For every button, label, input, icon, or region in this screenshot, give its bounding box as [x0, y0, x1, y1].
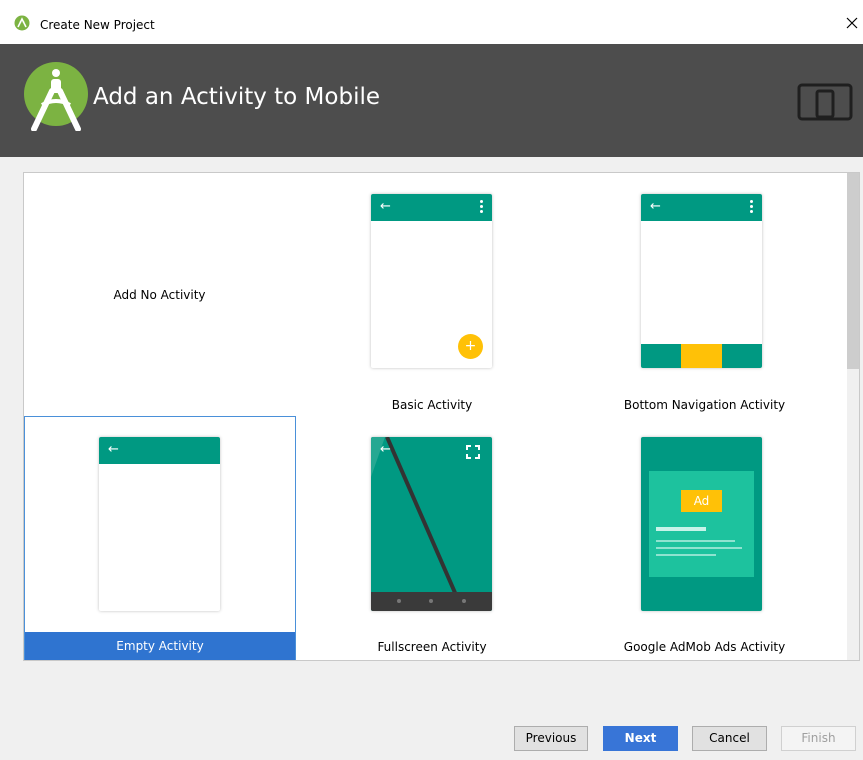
finish-button: Finish: [781, 726, 856, 751]
scrollbar-thumb[interactable]: [847, 173, 859, 369]
app-bar: ←: [641, 194, 762, 221]
next-button[interactable]: Next: [603, 726, 678, 751]
activity-label: Basic Activity: [391, 398, 473, 412]
android-studio-icon: [14, 15, 30, 31]
fab-icon: +: [458, 334, 483, 359]
gallery-scrollbar[interactable]: [847, 173, 859, 660]
ad-text-line: [656, 547, 742, 549]
ad-card: Ad: [649, 471, 754, 577]
activity-tile-basic-activity[interactable]: ← + Basic Activity: [295, 173, 569, 414]
activity-tile-google-admob-ads-activity[interactable]: Ad Google AdMob Ads Activity: [569, 416, 840, 660]
activity-label: Fullscreen Activity: [377, 640, 487, 654]
admob-activity-preview: Ad: [641, 437, 762, 611]
ad-text-line: [656, 540, 735, 542]
android-studio-logo-icon: [24, 62, 88, 131]
overflow-menu-icon: [750, 200, 753, 213]
overflow-menu-icon: [480, 200, 483, 213]
activity-label: Google AdMob Ads Activity: [623, 640, 786, 654]
basic-activity-preview: ← +: [371, 194, 492, 368]
activity-label: Empty Activity: [25, 632, 295, 660]
ad-text-line: [656, 527, 706, 531]
activity-tile-bottom-navigation-activity[interactable]: ← Bottom Navigation Activity: [569, 173, 840, 414]
bottom-nav-bar: [641, 344, 762, 368]
activity-tile-add-no-activity[interactable]: Add No Activity: [24, 173, 295, 414]
back-arrow-icon: ←: [650, 199, 661, 214]
app-bar: ←: [99, 437, 220, 464]
page-title: Add an Activity to Mobile: [93, 84, 380, 110]
activity-tile-fullscreen-activity[interactable]: ← Fullscreen Activity: [295, 416, 569, 660]
back-arrow-icon: ←: [380, 199, 391, 214]
activity-label: Bottom Navigation Activity: [623, 398, 786, 412]
empty-activity-preview: ←: [99, 437, 220, 611]
previous-button[interactable]: Previous: [514, 726, 588, 751]
activity-tile-empty-activity[interactable]: ← Empty Activity: [24, 416, 296, 660]
fullscreen-diagonal-graphic: [371, 437, 492, 611]
back-arrow-icon: ←: [380, 442, 391, 457]
close-icon[interactable]: [841, 12, 863, 34]
mobile-tablet-icon: [797, 83, 853, 121]
cancel-button[interactable]: Cancel: [692, 726, 767, 751]
window-title: Create New Project: [40, 18, 155, 32]
ad-badge: Ad: [681, 490, 722, 512]
fullscreen-icon: [466, 445, 480, 459]
fullscreen-activity-preview: ←: [371, 437, 492, 611]
back-arrow-icon: ←: [108, 442, 119, 457]
ad-text-line: [656, 554, 716, 556]
bottom-navigation-preview: ←: [641, 194, 762, 368]
bottom-nav-selected-item: [681, 344, 722, 368]
header-banner: Add an Activity to Mobile: [0, 44, 863, 157]
app-bar: ←: [371, 194, 492, 221]
activity-label: Add No Activity: [113, 288, 206, 302]
window-title-bar: Create New Project: [0, 0, 863, 44]
activity-gallery[interactable]: Add No Activity ← + Basic Activity ← Bot…: [23, 172, 860, 661]
